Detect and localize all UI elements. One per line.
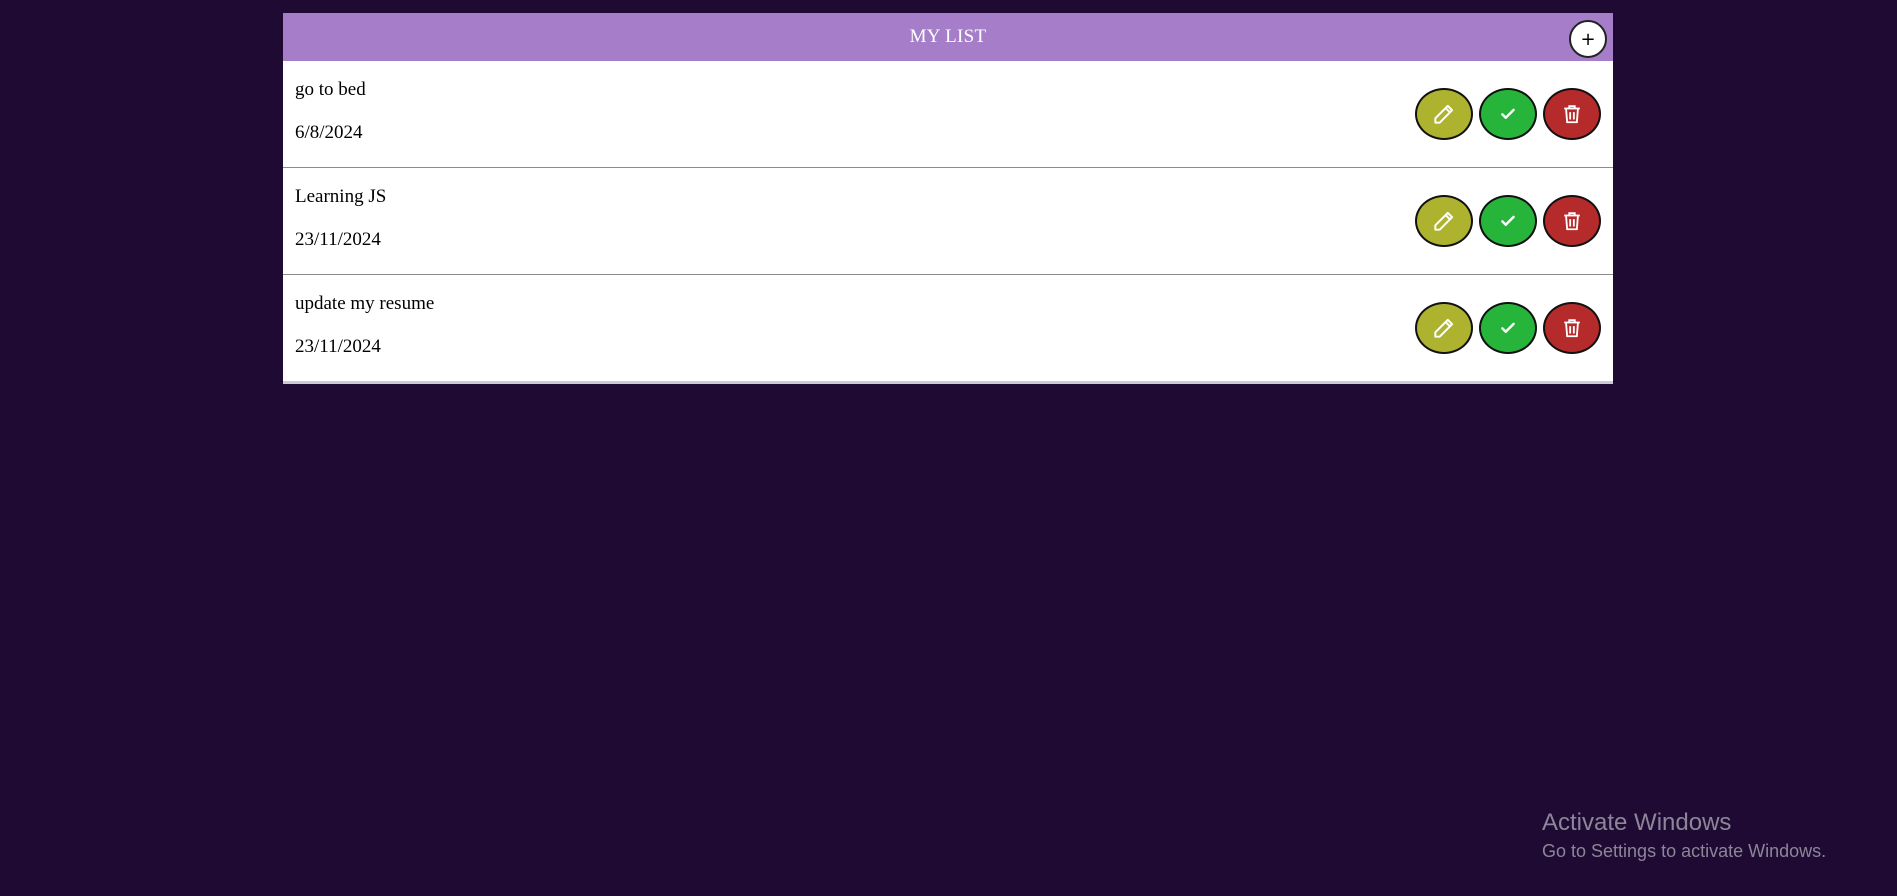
item-actions (1415, 88, 1601, 140)
check-icon (1499, 105, 1517, 123)
trash-icon (1561, 316, 1583, 340)
edit-button[interactable] (1415, 195, 1473, 247)
pencil-icon (1431, 315, 1457, 341)
todo-list: go to bed 6/8/2024 Learning JS 23/11/202… (283, 61, 1613, 384)
add-item-button[interactable]: + (1569, 20, 1607, 58)
pencil-icon (1431, 208, 1457, 234)
edit-button[interactable] (1415, 88, 1473, 140)
activate-windows-watermark: Activate Windows Go to Settings to activ… (1542, 808, 1826, 864)
check-icon (1499, 212, 1517, 230)
list-item: go to bed 6/8/2024 (283, 61, 1613, 168)
complete-button[interactable] (1479, 302, 1537, 354)
complete-button[interactable] (1479, 88, 1537, 140)
list-item: update my resume 23/11/2024 (283, 275, 1613, 384)
todo-app: MY LIST + go to bed 6/8/2024 Learning JS… (283, 13, 1613, 384)
delete-button[interactable] (1543, 302, 1601, 354)
item-date: 6/8/2024 (295, 122, 363, 143)
item-actions (1415, 195, 1601, 247)
pencil-icon (1431, 101, 1457, 127)
plus-icon: + (1580, 28, 1596, 50)
item-actions (1415, 302, 1601, 354)
item-title: Learning JS (295, 186, 387, 207)
trash-icon (1561, 102, 1583, 126)
trash-icon (1561, 209, 1583, 233)
item-date: 23/11/2024 (295, 229, 381, 250)
check-icon (1499, 319, 1517, 337)
list-item: Learning JS 23/11/2024 (283, 168, 1613, 275)
delete-button[interactable] (1543, 195, 1601, 247)
list-title: MY LIST (909, 26, 987, 47)
item-title: update my resume (295, 293, 435, 314)
complete-button[interactable] (1479, 195, 1537, 247)
item-date: 23/11/2024 (295, 336, 381, 357)
watermark-title: Activate Windows (1542, 809, 1732, 836)
list-header: MY LIST + (283, 13, 1613, 61)
watermark-subtitle: Go to Settings to activate Windows. (1542, 841, 1827, 861)
item-title: go to bed (295, 79, 366, 100)
edit-button[interactable] (1415, 302, 1473, 354)
delete-button[interactable] (1543, 88, 1601, 140)
